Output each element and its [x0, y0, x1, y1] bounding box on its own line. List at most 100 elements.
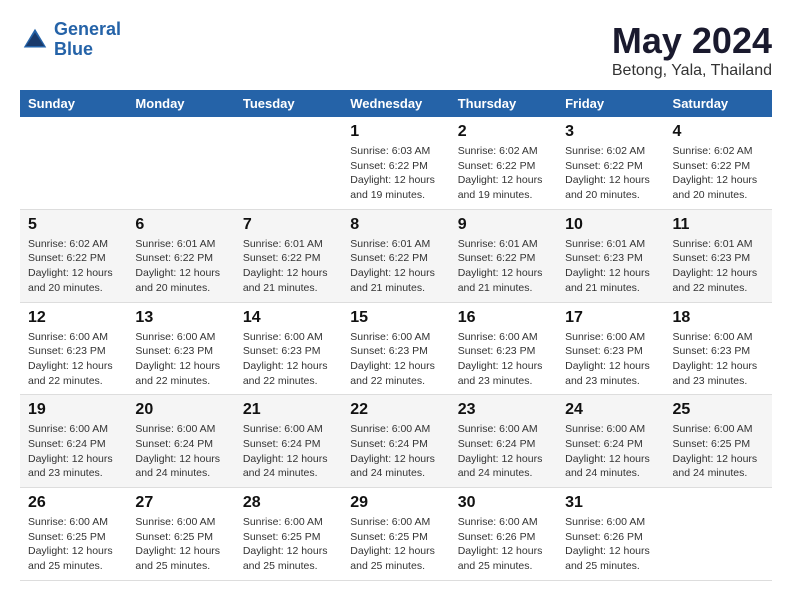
day-info: Sunrise: 6:01 AMSunset: 6:22 PMDaylight:… [243, 237, 334, 296]
day-info: Sunrise: 6:02 AMSunset: 6:22 PMDaylight:… [28, 237, 119, 296]
day-number: 16 [458, 309, 549, 327]
day-cell: 9 Sunrise: 6:01 AMSunset: 6:22 PMDaylight… [450, 209, 557, 302]
day-cell: 17Sunrise: 6:00 AMSunset: 6:23 PMDayligh… [557, 302, 664, 395]
day-cell: 21Sunrise: 6:00 AMSunset: 6:24 PMDayligh… [235, 395, 342, 488]
day-info: Sunrise: 6:02 AMSunset: 6:22 PMDaylight:… [565, 144, 656, 203]
day-number: 24 [565, 401, 656, 419]
day-info: Sunrise: 6:00 AMSunset: 6:25 PMDaylight:… [673, 422, 764, 481]
day-cell: 23Sunrise: 6:00 AMSunset: 6:24 PMDayligh… [450, 395, 557, 488]
day-number: 11 [673, 216, 764, 234]
day-info: Sunrise: 6:00 AMSunset: 6:25 PMDaylight:… [243, 515, 334, 574]
day-number: 14 [243, 309, 334, 327]
logo-line2: Blue [54, 39, 93, 59]
day-number: 20 [135, 401, 226, 419]
day-number: 12 [28, 309, 119, 327]
header-friday: Friday [557, 90, 664, 117]
day-cell: 18 Sunrise: 6:00 AMSunset: 6:23 PMDayligh… [665, 302, 772, 395]
header-tuesday: Tuesday [235, 90, 342, 117]
day-number: 13 [135, 309, 226, 327]
day-number: 23 [458, 401, 549, 419]
day-cell: 19Sunrise: 6:00 AMSunset: 6:24 PMDayligh… [20, 395, 127, 488]
page-header: General Blue May 2024 Betong, Yala, Thai… [20, 20, 772, 80]
logo-icon [20, 25, 50, 55]
subtitle: Betong, Yala, Thailand [612, 62, 772, 80]
day-number: 25 [673, 401, 764, 419]
day-cell: 24 Sunrise: 6:00 AMSunset: 6:24 PMDayligh… [557, 395, 664, 488]
day-info: Sunrise: 6:00 AMSunset: 6:24 PMDaylight:… [350, 422, 441, 481]
day-info: Sunrise: 6:00 AMSunset: 6:23 PMDaylight:… [458, 330, 549, 389]
week-row-1: 1 Sunrise: 6:03 AMSunset: 6:22 PMDaylight… [20, 117, 772, 209]
week-row-2: 5 Sunrise: 6:02 AMSunset: 6:22 PMDaylight… [20, 209, 772, 302]
day-number: 10 [565, 216, 656, 234]
day-info: Sunrise: 6:00 AMSunset: 6:25 PMDaylight:… [350, 515, 441, 574]
header-saturday: Saturday [665, 90, 772, 117]
day-info: Sunrise: 6:00 AMSunset: 6:26 PMDaylight:… [565, 515, 656, 574]
day-info: Sunrise: 6:02 AMSunset: 6:22 PMDaylight:… [458, 144, 549, 203]
day-number: 17 [565, 309, 656, 327]
day-number: 15 [350, 309, 441, 327]
day-info: Sunrise: 6:00 AMSunset: 6:23 PMDaylight:… [28, 330, 119, 389]
days-header-row: SundayMondayTuesdayWednesdayThursdayFrid… [20, 90, 772, 117]
day-cell: 29 Sunrise: 6:00 AMSunset: 6:25 PMDayligh… [342, 488, 449, 581]
day-cell: 26Sunrise: 6:00 AMSunset: 6:25 PMDayligh… [20, 488, 127, 581]
day-cell: 28Sunrise: 6:00 AMSunset: 6:25 PMDayligh… [235, 488, 342, 581]
day-number: 19 [28, 401, 119, 419]
day-number: 26 [28, 494, 119, 512]
logo-line1: General [54, 19, 121, 39]
day-cell: 3 Sunrise: 6:02 AMSunset: 6:22 PMDaylight… [557, 117, 664, 209]
day-number: 29 [350, 494, 441, 512]
day-info: Sunrise: 6:03 AMSunset: 6:22 PMDaylight:… [350, 144, 441, 203]
day-cell [127, 117, 234, 209]
day-number: 27 [135, 494, 226, 512]
day-number: 18 [673, 309, 764, 327]
day-cell [235, 117, 342, 209]
day-number: 1 [350, 123, 441, 141]
day-cell: 27 Sunrise: 6:00 AMSunset: 6:25 PMDayligh… [127, 488, 234, 581]
day-cell: 8Sunrise: 6:01 AMSunset: 6:22 PMDaylight… [342, 209, 449, 302]
day-number: 3 [565, 123, 656, 141]
day-number: 9 [458, 216, 549, 234]
logo-text: General Blue [54, 20, 121, 60]
day-info: Sunrise: 6:01 AMSunset: 6:23 PMDaylight:… [565, 237, 656, 296]
day-cell: 7Sunrise: 6:01 AMSunset: 6:22 PMDaylight… [235, 209, 342, 302]
day-cell: 25 Sunrise: 6:00 AMSunset: 6:25 PMDayligh… [665, 395, 772, 488]
day-info: Sunrise: 6:00 AMSunset: 6:23 PMDaylight:… [673, 330, 764, 389]
day-cell: 22 Sunrise: 6:00 AMSunset: 6:24 PMDayligh… [342, 395, 449, 488]
day-info: Sunrise: 6:00 AMSunset: 6:23 PMDaylight:… [350, 330, 441, 389]
day-cell: 30 Sunrise: 6:00 AMSunset: 6:26 PMDayligh… [450, 488, 557, 581]
day-info: Sunrise: 6:01 AMSunset: 6:22 PMDaylight:… [135, 237, 226, 296]
day-cell [665, 488, 772, 581]
day-number: 22 [350, 401, 441, 419]
header-thursday: Thursday [450, 90, 557, 117]
day-info: Sunrise: 6:00 AMSunset: 6:25 PMDaylight:… [135, 515, 226, 574]
day-number: 21 [243, 401, 334, 419]
day-number: 5 [28, 216, 119, 234]
header-sunday: Sunday [20, 90, 127, 117]
day-cell: 14 Sunrise: 6:00 AMSunset: 6:23 PMDayligh… [235, 302, 342, 395]
week-row-3: 12 Sunrise: 6:00 AMSunset: 6:23 PMDayligh… [20, 302, 772, 395]
day-info: Sunrise: 6:00 AMSunset: 6:26 PMDaylight:… [458, 515, 549, 574]
day-info: Sunrise: 6:00 AMSunset: 6:23 PMDaylight:… [243, 330, 334, 389]
day-info: Sunrise: 6:01 AMSunset: 6:22 PMDaylight:… [458, 237, 549, 296]
day-info: Sunrise: 6:00 AMSunset: 6:24 PMDaylight:… [135, 422, 226, 481]
main-title: May 2024 [612, 20, 772, 62]
day-number: 4 [673, 123, 764, 141]
day-cell: 20 Sunrise: 6:00 AMSunset: 6:24 PMDayligh… [127, 395, 234, 488]
day-number: 31 [565, 494, 656, 512]
header-monday: Monday [127, 90, 234, 117]
day-cell: 15 Sunrise: 6:00 AMSunset: 6:23 PMDayligh… [342, 302, 449, 395]
day-info: Sunrise: 6:00 AMSunset: 6:24 PMDaylight:… [565, 422, 656, 481]
day-cell: 16 Sunrise: 6:00 AMSunset: 6:23 PMDayligh… [450, 302, 557, 395]
week-row-5: 26 Sunrise: 6:00 AMSunset: 6:25 PMDayligh… [20, 488, 772, 581]
day-number: 30 [458, 494, 549, 512]
logo: General Blue [20, 20, 121, 60]
day-cell: 11Sunrise: 6:01 AMSunset: 6:23 PMDayligh… [665, 209, 772, 302]
day-cell: 10 Sunrise: 6:01 AMSunset: 6:23 PMDayligh… [557, 209, 664, 302]
day-number: 6 [135, 216, 226, 234]
day-cell: 13Sunrise: 6:00 AMSunset: 6:23 PMDayligh… [127, 302, 234, 395]
day-cell: 2 Sunrise: 6:02 AMSunset: 6:22 PMDaylight… [450, 117, 557, 209]
day-cell: 1 Sunrise: 6:03 AMSunset: 6:22 PMDaylight… [342, 117, 449, 209]
day-cell: 5 Sunrise: 6:02 AMSunset: 6:22 PMDaylight… [20, 209, 127, 302]
calendar-table: SundayMondayTuesdayWednesdayThursdayFrid… [20, 90, 772, 581]
day-number: 2 [458, 123, 549, 141]
